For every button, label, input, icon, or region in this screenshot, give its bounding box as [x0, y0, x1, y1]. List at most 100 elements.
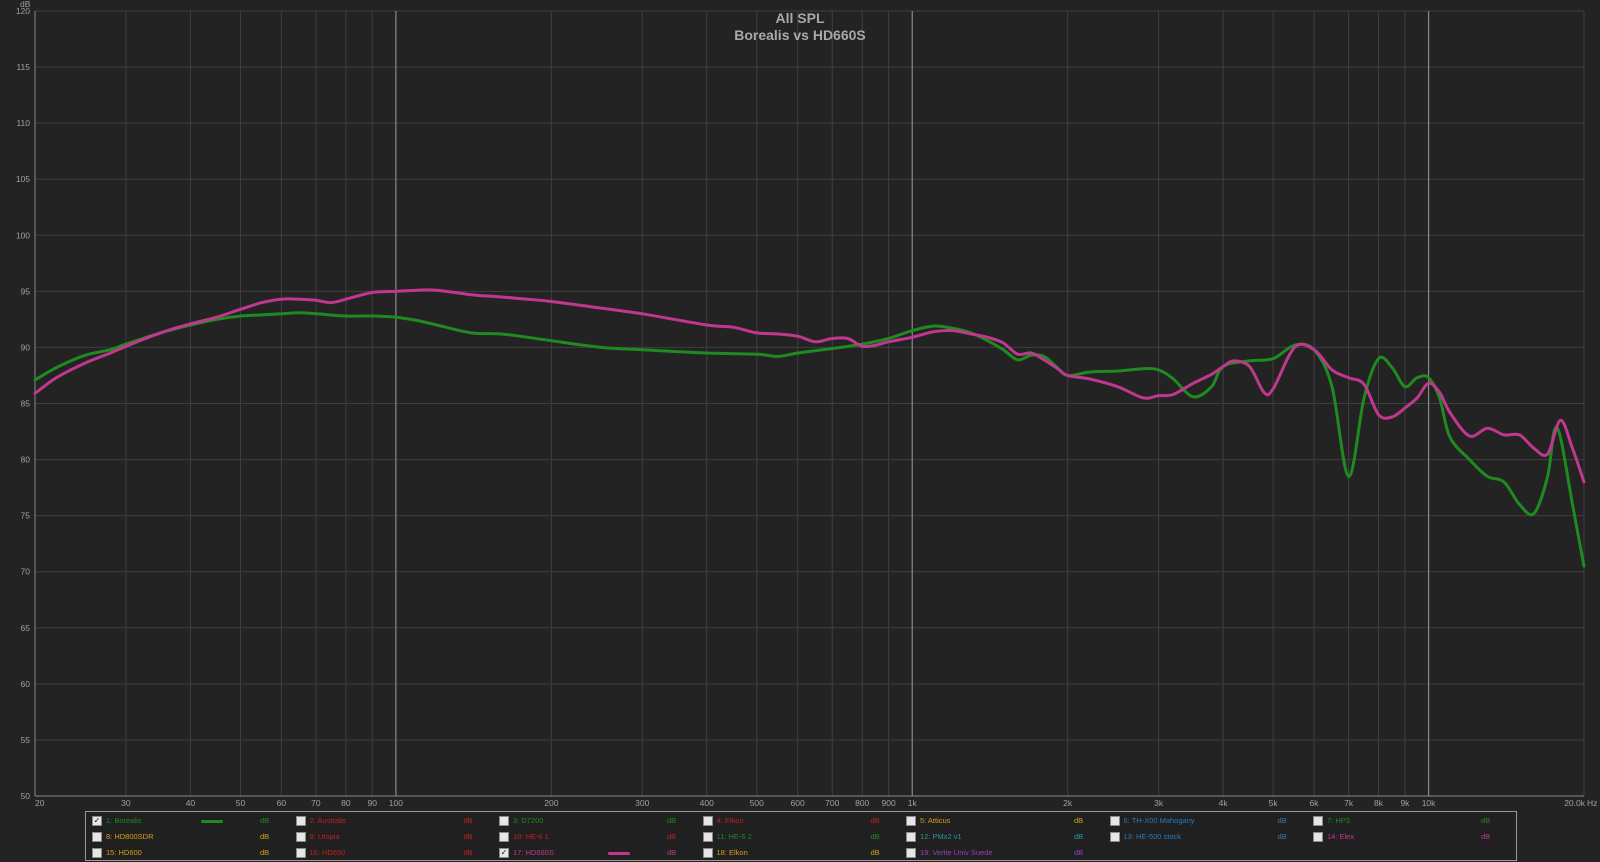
- x-tick-label: 40: [186, 798, 196, 808]
- legend-unit: dB: [870, 832, 880, 841]
- y-tick-label: 75: [21, 511, 31, 521]
- legend-item[interactable]: ✓ 17: HD660S dB: [499, 847, 697, 861]
- x-tick-label: 6k: [1310, 798, 1320, 808]
- legend-label: 2: Australis: [309, 816, 347, 825]
- legend-label: 16: HD650: [309, 848, 346, 857]
- y-tick-label: 95: [21, 286, 31, 296]
- legend-label: 17: HD660S: [513, 848, 554, 857]
- legend-unit: dB: [1074, 832, 1084, 841]
- legend-unit: dB: [1481, 816, 1491, 825]
- legend-checkbox[interactable]: [702, 848, 713, 858]
- series-line-hd660s: [33, 288, 1586, 484]
- y-tick-label: 105: [16, 174, 30, 184]
- x-tick-label: 400: [700, 798, 714, 808]
- x-axis-label: Hz: [1587, 798, 1597, 808]
- y-tick-label: 80: [21, 455, 31, 465]
- legend-item[interactable]: 6: TH-X00 Mahogany dB: [1109, 815, 1308, 829]
- legend-unit: dB: [260, 848, 270, 857]
- legend-unit: dB: [1277, 832, 1287, 841]
- legend-item[interactable]: 5: Atticus dB: [906, 815, 1104, 829]
- legend-label: 15: HD600: [106, 848, 142, 857]
- x-tick-label: 20.0k: [1564, 798, 1586, 808]
- legend-item[interactable]: 16: HD650 dB: [295, 847, 494, 861]
- x-tick-label: 2k: [1063, 798, 1073, 808]
- legend-checkbox[interactable]: [499, 816, 509, 826]
- legend-checkbox[interactable]: [702, 832, 713, 842]
- legend-label: 6: TH-X00 Mahogany: [1123, 816, 1195, 825]
- y-tick-label: 60: [21, 679, 31, 689]
- legend-checkbox[interactable]: [92, 832, 102, 842]
- legend-checkbox[interactable]: [295, 816, 306, 826]
- legend-item[interactable]: 2: Australis dB: [295, 815, 494, 829]
- legend-item[interactable]: 11: HE-6 2 dB: [702, 831, 901, 845]
- legend-item[interactable]: 7: HP3 dB: [1313, 815, 1511, 829]
- legend-item[interactable]: 14: Elex dB: [1313, 831, 1511, 845]
- legend-unit: dB: [870, 816, 880, 825]
- series-line-borealis: [33, 311, 1586, 568]
- legend-unit: dB: [667, 848, 677, 857]
- legend-checkbox[interactable]: [499, 832, 509, 842]
- legend-item[interactable]: 19: Verite Univ Suede dB: [906, 847, 1104, 861]
- x-tick-label: 60: [277, 798, 287, 808]
- legend-panel: ✓ 1: Borealis dB 2: Australis dB 3: D7200 dB 4:…: [85, 811, 1517, 861]
- legend-checkbox[interactable]: ✓: [92, 816, 102, 826]
- legend-unit: dB: [1277, 816, 1287, 825]
- legend-checkbox[interactable]: [906, 832, 916, 842]
- x-axis-ticks: 20 30 40 50 60 70 80 90 100 200 300 400 500 600 700 800…: [35, 798, 1586, 808]
- legend-item[interactable]: 12: PMx2 v1 dB: [906, 831, 1104, 845]
- legend-item[interactable]: 3: D7200 dB: [499, 815, 697, 829]
- legend-unit: dB: [667, 816, 677, 825]
- legend-item[interactable]: 8: HD800SDR dB: [92, 831, 290, 845]
- x-tick-label: 9k: [1400, 798, 1410, 808]
- legend-checkbox[interactable]: [702, 816, 713, 826]
- legend-checkbox[interactable]: [92, 848, 102, 858]
- legend-unit: dB: [463, 816, 473, 825]
- legend-checkbox[interactable]: [295, 832, 306, 842]
- legend-item[interactable]: 13: HE-500 stock dB: [1109, 831, 1308, 845]
- legend-label: 18: Elkon: [716, 848, 748, 857]
- x-tick-label: 90: [368, 798, 378, 808]
- legend-item[interactable]: ✓ 1: Borealis dB: [92, 815, 290, 829]
- legend-checkbox[interactable]: [295, 848, 306, 858]
- x-tick-label: 5k: [1269, 798, 1279, 808]
- legend-label: 1: Borealis: [106, 816, 142, 825]
- legend-label: 13: HE-500 stock: [1123, 832, 1182, 841]
- y-axis-ticks: 50556065707580859095100105110115120: [16, 6, 30, 801]
- legend-checkbox[interactable]: [906, 848, 916, 858]
- chart-subtitle: Borealis vs HD660S: [734, 27, 866, 43]
- legend-item[interactable]: 9: Utopia dB: [295, 831, 494, 845]
- x-tick-label: 800: [855, 798, 869, 808]
- x-tick-label: 80: [341, 798, 351, 808]
- x-tick-label: 50: [236, 798, 246, 808]
- frequency-response-chart: 50556065707580859095100105110115120 20 30…: [16, 0, 1598, 808]
- legend-item[interactable]: 4: Elkon dB: [702, 815, 901, 829]
- legend-label: 19: Verite Univ Suede: [920, 848, 993, 857]
- legend-item[interactable]: 10: HE-6 1 dB: [499, 831, 697, 845]
- legend-line-swatch: [201, 820, 223, 823]
- legend-checkbox[interactable]: [906, 816, 916, 826]
- y-tick-label: 110: [16, 118, 30, 128]
- legend-item[interactable]: 15: HD600 dB: [92, 847, 290, 861]
- legend-checkbox[interactable]: ✓: [499, 848, 509, 858]
- x-tick-label: 500: [750, 798, 764, 808]
- legend-line-swatch: [608, 852, 630, 855]
- legend-checkbox[interactable]: [1313, 832, 1323, 842]
- legend-unit: dB: [1074, 848, 1084, 857]
- legend-item[interactable]: 18: Elkon dB: [702, 847, 901, 861]
- legend-unit: dB: [463, 832, 473, 841]
- chart-title: All SPL: [775, 10, 825, 26]
- y-tick-label: 100: [16, 230, 30, 240]
- legend-checkbox[interactable]: [1109, 832, 1120, 842]
- x-tick-label: 700: [825, 798, 839, 808]
- legend-label: 10: HE-6 1: [513, 832, 549, 841]
- legend-label: 14: Elex: [1327, 832, 1355, 841]
- legend-unit: dB: [667, 832, 677, 841]
- legend-unit: dB: [1481, 832, 1491, 841]
- x-tick-label: 600: [791, 798, 805, 808]
- x-tick-label: 4k: [1219, 798, 1229, 808]
- legend-label: 3: D7200: [513, 816, 544, 825]
- y-tick-label: 85: [21, 399, 31, 409]
- legend-checkbox[interactable]: [1313, 816, 1323, 826]
- legend-checkbox[interactable]: [1109, 816, 1120, 826]
- legend-label: 4: Elkon: [716, 816, 744, 825]
